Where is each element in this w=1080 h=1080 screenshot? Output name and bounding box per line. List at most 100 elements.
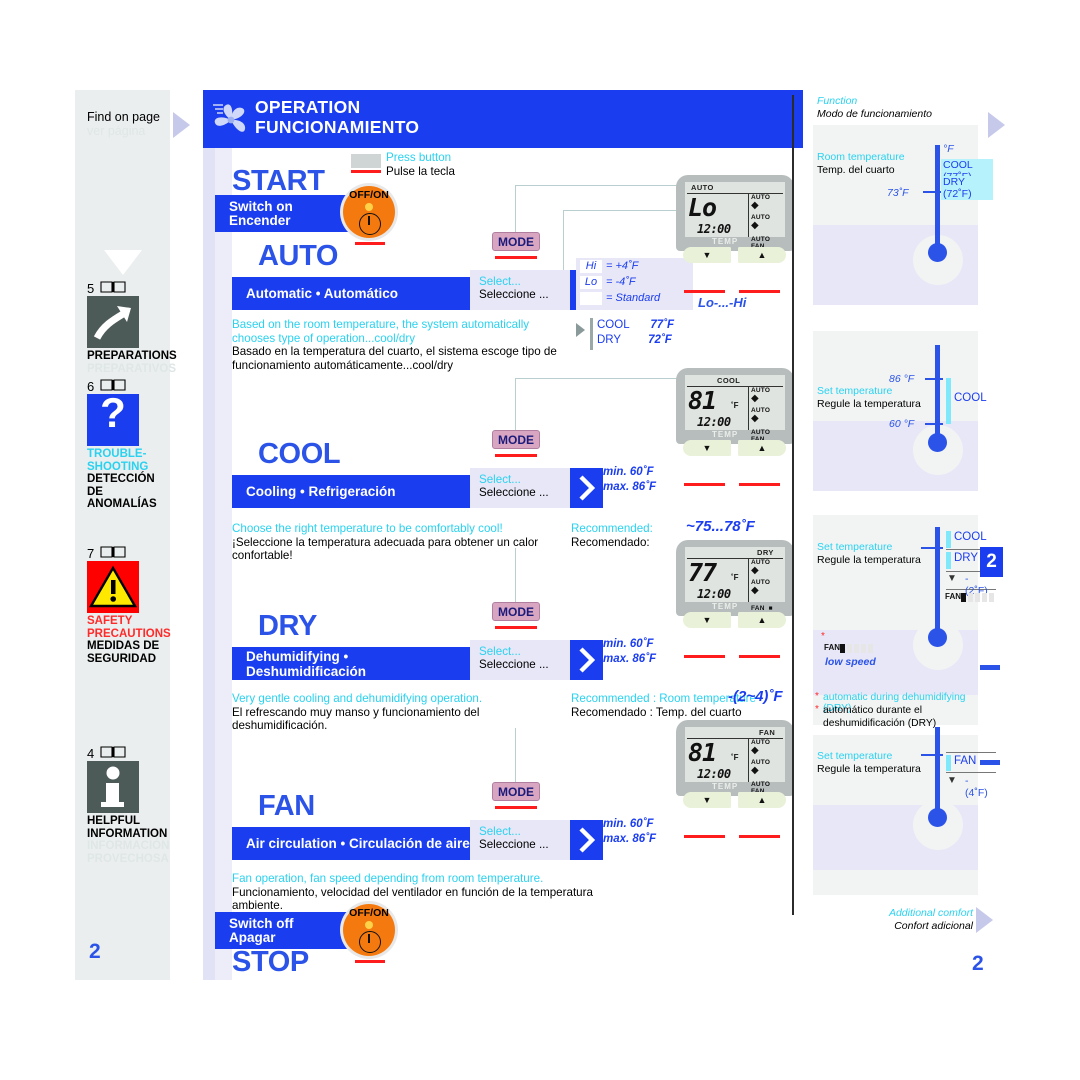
cool-min: min. 60˚F (603, 466, 654, 478)
power-button-start[interactable]: OFF/ON (343, 186, 395, 238)
mode-button-cool[interactable]: MODE (492, 430, 540, 449)
additional-comfort-caption: Additional comfort Confort adicional (868, 907, 973, 932)
remote-temp-buttons[interactable]: TEMP ▼ ▲ (682, 602, 788, 630)
temp-up-underline-cool (739, 483, 780, 486)
dry-desc-en: Very gentle cooling and dehumidifying op… (232, 692, 483, 705)
auto-chip-dry: DRY (72˚F) (941, 176, 993, 200)
dry-bar: Dehumidifying • Deshumidificación (232, 647, 470, 680)
cool-title: COOL (258, 438, 341, 470)
lcd-clock-fan: 12:00 (697, 767, 731, 781)
lcd-value-fan: 81 (688, 738, 717, 767)
cool-mode-word: COOL (954, 392, 987, 404)
low-speed-label: low speed (825, 656, 876, 668)
dry-tick (921, 547, 943, 549)
next-triangle-icon-footer[interactable] (976, 907, 993, 933)
page-chip[interactable]: 2 (980, 547, 1003, 577)
updown-arrow-icon: ◆ (751, 745, 759, 756)
lcd-mode-cool: COOL (717, 376, 741, 385)
set-temp-fan-es: Regule la temperatura (817, 762, 921, 775)
power-button-label: OFF/ON (349, 189, 389, 201)
temp-down-button[interactable]: ▼ (683, 440, 731, 456)
sidebar-item-helpful-information[interactable]: 4 HELPFUL INFORMATION INFORMACIÓN PROVEC… (87, 745, 169, 865)
auto-cool-value: 77˚F (650, 319, 675, 331)
temp-label: TEMP (712, 430, 739, 439)
prev-triangle-icon[interactable] (173, 112, 190, 138)
dry-max: max. 86˚F (603, 653, 657, 665)
cool-max-value: 86 °F (889, 373, 915, 385)
right-panel: Function Modo de funcionamiento Room tem… (792, 95, 996, 933)
stop-title: STOP (232, 946, 309, 978)
temp-up-button[interactable]: ▲ (738, 440, 786, 456)
sidebar-page-ref: 4 (87, 745, 167, 761)
temp-down-button[interactable]: ▼ (683, 792, 731, 808)
start-bar-es: Encender (229, 212, 291, 228)
sidebar-page-ref: 7 (87, 545, 167, 561)
fan-min: min. 60˚F (603, 818, 654, 830)
leftright-arrow-icon: ◆ (751, 765, 759, 776)
remote-temp-buttons[interactable]: TEMP ▼ ▲ (682, 782, 788, 810)
start-title: START (232, 165, 325, 197)
chevron-right-dry[interactable] (570, 640, 603, 680)
lcd-mode-fan: FAN (759, 728, 776, 737)
chevron-right-fan[interactable] (570, 820, 603, 860)
dry-minmax: min. 60˚F max. 86˚F (603, 637, 656, 667)
function-caption: Function Modo de funcionamiento (817, 95, 932, 120)
sidebar-item-safety[interactable]: 7 SAFETY PRECAUTIONS MEDIDAS DE SEGURIDA… (87, 545, 171, 665)
dry-dry-bar (946, 552, 951, 569)
left-sidebar: Find on page ver página 5 PREPARATIONS P… (75, 90, 177, 980)
mode-button-auto[interactable]: MODE (492, 232, 540, 251)
cool-rec-en: Recommended: (571, 522, 653, 535)
fan-description: Fan operation, fan speed depending from … (232, 872, 632, 913)
cool-recommended: Recommended: Recomendado: (571, 522, 653, 549)
next-triangle-icon[interactable] (988, 112, 1005, 138)
power-led-icon (365, 921, 373, 929)
mode-underline-cool (495, 454, 537, 457)
cool-bar: Cooling • Refrigeración (232, 475, 470, 508)
power-symbol-icon (359, 931, 381, 953)
sidebar-item-troubleshooting[interactable]: 6 ? TROUBLE- SHOOTING DETECCIÓN DE ANOMA… (87, 378, 167, 511)
temp-up-button[interactable]: ▲ (738, 792, 786, 808)
dry-description: Very gentle cooling and dehumidifying op… (232, 692, 572, 733)
press-button-caption: Press button Pulse la tecla (386, 151, 455, 178)
remote-display-fan: FAN 81 ˚F 12:00 AUTO ◆ AUTO ◆ AUTO FAN T… (676, 720, 794, 812)
standard-key (580, 292, 602, 305)
select-box-fan: Select... Seleccione ... (470, 820, 570, 860)
start-bar-en: Switch on (229, 198, 293, 214)
lcd-vline (748, 558, 749, 602)
leader-line-auto-2 (563, 210, 687, 212)
fan-minmax: min. 60˚F max. 86˚F (603, 817, 656, 847)
temp-up-button[interactable]: ▲ (738, 612, 786, 628)
lcd-value-dry: 77 (688, 558, 717, 587)
sidebar-page-number: 2 (89, 940, 101, 963)
dry-mode-cool-word: COOL (954, 531, 987, 543)
sidebar-item-label: PREPARATIONS PREPARATIVOS (87, 350, 177, 375)
cool-minmax: min. 60˚F max. 86˚F (603, 465, 656, 495)
leader-line-cool-h (515, 378, 687, 380)
mode-button-fan[interactable]: MODE (492, 782, 540, 801)
temp-up-button[interactable]: ▲ (738, 247, 786, 263)
mode-button-dry[interactable]: MODE (492, 602, 540, 621)
dash-marker-1 (980, 665, 1000, 670)
chevron-right-cool[interactable] (570, 468, 603, 508)
lcd-vline (748, 193, 749, 237)
main-panel: OPERATION FUNCIONAMIENTO START Switch on… (203, 90, 803, 980)
temp-down-button[interactable]: ▼ (683, 247, 731, 263)
leftright-arrow-icon: ◆ (751, 220, 759, 231)
thermo-stem-cool (935, 345, 940, 445)
find-on-page-es: ver página (87, 124, 146, 138)
temp-down-button[interactable]: ▼ (683, 612, 731, 628)
remote-temp-buttons[interactable]: TEMP ▼ ▲ (682, 237, 788, 265)
set-temp-dry-es: Regule la temperatura (817, 553, 921, 566)
function-caption-en: Function (817, 95, 858, 107)
lcd-fan-auto-label: AUTO (751, 429, 771, 436)
press-button-underline (351, 170, 381, 173)
remote-temp-buttons[interactable]: TEMP ▼ ▲ (682, 430, 788, 458)
cool-range-bar (946, 378, 951, 424)
sidebar-item-preparations[interactable]: 5 PREPARATIONS PREPARATIVOS (87, 280, 177, 375)
cool-rec-value: ~75...78˚F (686, 518, 755, 535)
power-button-stop[interactable]: OFF/ON (343, 904, 395, 956)
sidebar-page-ref: 5 (87, 280, 167, 296)
info-icon (87, 761, 139, 813)
auto-unit-label: °F (943, 143, 954, 155)
updown-arrow-icon: ◆ (751, 393, 759, 404)
